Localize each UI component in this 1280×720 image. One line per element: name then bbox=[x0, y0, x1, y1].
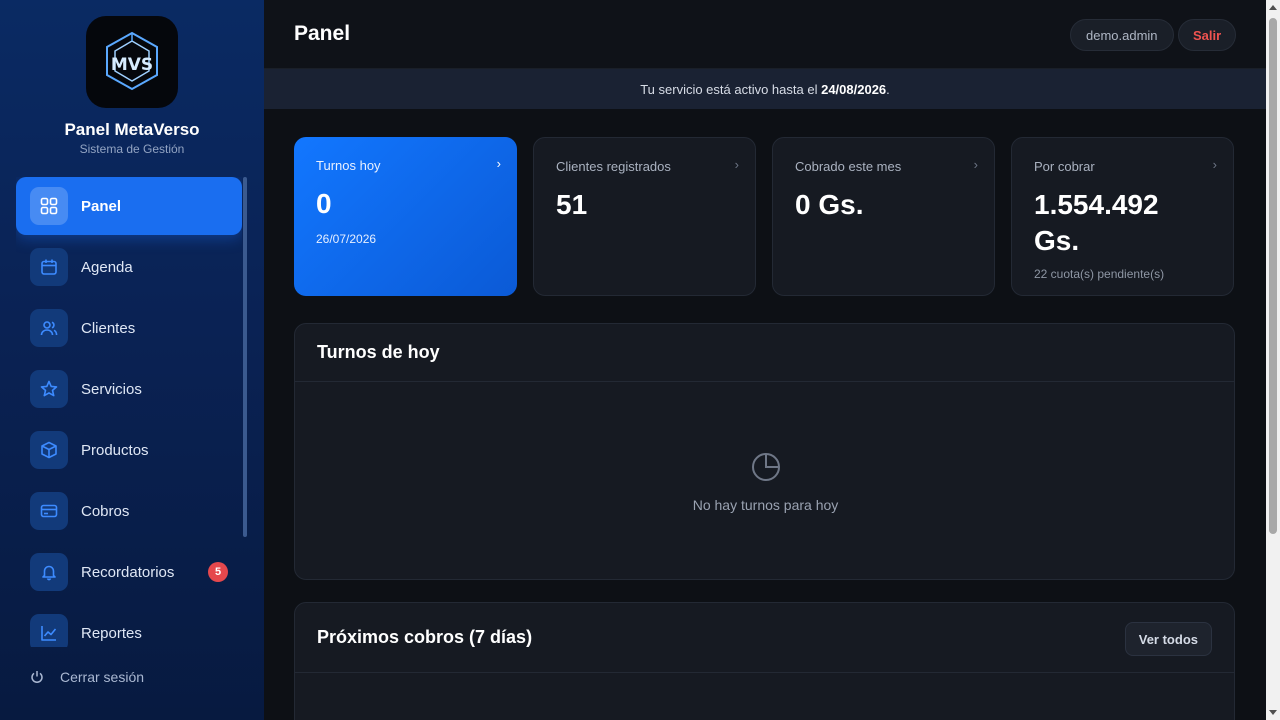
sidebar-item-agenda[interactable]: Agenda bbox=[16, 238, 242, 296]
sidebar-item-label: Panel bbox=[81, 197, 122, 215]
salir-button[interactable]: Salir bbox=[1178, 19, 1237, 51]
sidebar-item-label: Cobros bbox=[81, 502, 130, 520]
credit-card-icon bbox=[30, 492, 68, 530]
sidebar: MVS Panel MetaVerso Sistema de Gestión P… bbox=[0, 0, 264, 720]
chevron-right-icon: › bbox=[496, 156, 501, 171]
chevron-right-icon: › bbox=[973, 157, 978, 172]
empty-state: No hay turnos para hoy bbox=[295, 452, 1236, 513]
panel-title: Próximos cobros (7 días) bbox=[317, 627, 533, 647]
stat-value: 0 Gs. bbox=[795, 189, 864, 220]
users-icon bbox=[30, 309, 68, 347]
power-icon bbox=[31, 671, 43, 684]
sidebar-item-label: Agenda bbox=[81, 258, 133, 276]
cube-logo-icon: MVS bbox=[106, 31, 158, 91]
scroll-up-icon[interactable] bbox=[1269, 5, 1277, 10]
brand-logo: MVS bbox=[86, 16, 178, 108]
sidebar-item-label: Servicios bbox=[81, 380, 142, 398]
panel-header: Próximos cobros (7 días) Ver todos bbox=[295, 603, 1234, 673]
view-all-button[interactable]: Ver todos bbox=[1124, 622, 1212, 656]
sidebar-item-label: Clientes bbox=[81, 319, 136, 337]
calendar-icon bbox=[30, 248, 68, 286]
panel-title: Turnos de hoy bbox=[317, 342, 440, 362]
stat-value: 51 bbox=[556, 189, 588, 220]
stat-label: Clientes registrados bbox=[556, 159, 671, 174]
bell-icon bbox=[30, 553, 68, 591]
grid-icon bbox=[30, 187, 68, 225]
stat-card-clientes[interactable]: Clientes registrados 51 › bbox=[533, 137, 756, 296]
logo-text: MVS bbox=[111, 55, 153, 75]
stat-card-cobrado[interactable]: Cobrado este mes 0 Gs. › bbox=[772, 137, 995, 296]
chart-line-icon bbox=[30, 614, 68, 647]
banner-suffix: . bbox=[886, 81, 890, 97]
stat-card-por-cobrar[interactable]: Por cobrar 1.554.492 Gs. 22 cuota(s) pen… bbox=[1011, 137, 1234, 296]
notification-badge: 5 bbox=[208, 562, 228, 582]
brand-subtitle: Sistema de Gestión bbox=[79, 142, 185, 156]
banner-date: 24/08/2026 bbox=[821, 81, 887, 97]
sidebar-item-reportes[interactable]: Reportes bbox=[16, 604, 242, 647]
sidebar-item-label: Productos bbox=[81, 441, 149, 459]
clock-icon bbox=[751, 453, 780, 481]
sidebar-item-label: Recordatorios bbox=[81, 563, 175, 581]
scroll-down-icon[interactable] bbox=[1269, 710, 1277, 715]
today-appointments-panel: Turnos de hoy No hay turnos para hoy bbox=[294, 323, 1235, 580]
sidebar-item-recordatorios[interactable]: Recordatorios 5 bbox=[16, 543, 242, 601]
service-status-banner: Tu servicio está activo hasta el 24/08/2… bbox=[264, 69, 1266, 109]
chevron-right-icon: › bbox=[1212, 157, 1217, 172]
stat-value: 1.554.492 Gs. bbox=[1034, 189, 1159, 256]
chevron-right-icon: › bbox=[734, 157, 739, 172]
sidebar-item-cobros[interactable]: Cobros bbox=[16, 482, 242, 540]
logout-label: Cerrar sesión bbox=[60, 669, 145, 685]
empty-state-text: No hay turnos para hoy bbox=[692, 497, 839, 513]
stat-subtext: 22 cuota(s) pendiente(s) bbox=[1034, 267, 1165, 281]
sidebar-nav: Panel Agenda Clientes Servicios Producto… bbox=[16, 177, 242, 647]
sidebar-item-servicios[interactable]: Servicios bbox=[16, 360, 242, 418]
banner-text: Tu servicio está activo hasta el bbox=[640, 81, 822, 97]
page-title: Panel bbox=[294, 22, 351, 45]
box-icon bbox=[30, 431, 68, 469]
upcoming-payments-panel: Próximos cobros (7 días) Ver todos bbox=[294, 602, 1235, 720]
stat-label: Turnos hoy bbox=[316, 158, 381, 173]
stat-value: 0 bbox=[316, 188, 332, 219]
sidebar-scrollbar[interactable] bbox=[243, 177, 247, 537]
main-content: Turnos hoy 0 26/07/2026 › Clientes regis… bbox=[264, 109, 1266, 720]
page-scrollbar[interactable] bbox=[1266, 0, 1280, 720]
sidebar-item-productos[interactable]: Productos bbox=[16, 421, 242, 479]
stat-subtext: 26/07/2026 bbox=[316, 232, 377, 246]
logout-button[interactable]: Cerrar sesión bbox=[30, 666, 144, 688]
star-icon bbox=[30, 370, 68, 408]
scroll-thumb[interactable] bbox=[1269, 18, 1277, 534]
brand-title: Panel MetaVerso bbox=[64, 120, 200, 139]
sidebar-item-label: Reportes bbox=[81, 624, 142, 642]
top-header: Panel demo.admin Salir bbox=[264, 0, 1266, 69]
sidebar-item-panel[interactable]: Panel bbox=[16, 177, 242, 235]
panel-header: Turnos de hoy bbox=[295, 324, 1234, 382]
stat-card-turnos-hoy[interactable]: Turnos hoy 0 26/07/2026 › bbox=[294, 137, 517, 296]
sidebar-item-clientes[interactable]: Clientes bbox=[16, 299, 242, 357]
stat-label: Por cobrar bbox=[1034, 159, 1095, 174]
stat-label: Cobrado este mes bbox=[795, 159, 902, 174]
user-menu-button[interactable]: demo.admin bbox=[1070, 19, 1174, 51]
